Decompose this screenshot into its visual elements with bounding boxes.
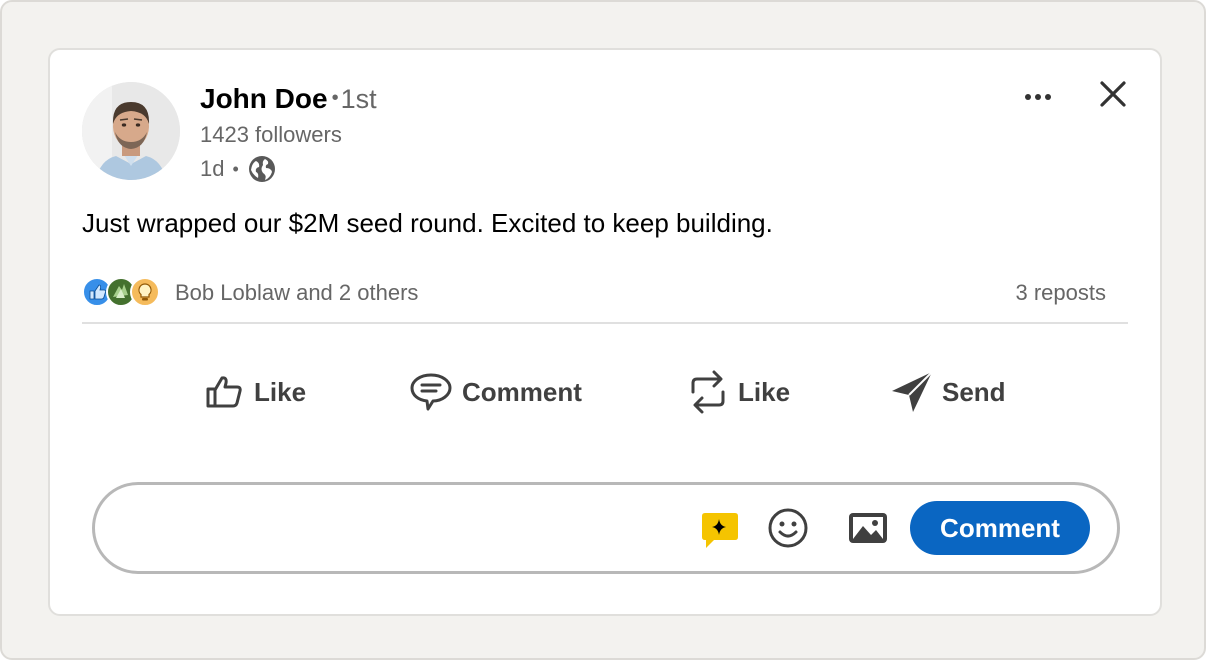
author-avatar[interactable] <box>82 82 180 180</box>
globe-icon <box>247 154 277 184</box>
comment-input[interactable] <box>123 505 683 551</box>
author-name[interactable]: John Doe <box>200 83 328 114</box>
add-image-button[interactable] <box>847 510 889 546</box>
send-button[interactable]: Send <box>890 368 1006 416</box>
more-options-button[interactable] <box>1020 80 1058 110</box>
send-icon <box>892 371 933 412</box>
ai-assist-button[interactable] <box>700 511 740 551</box>
repost-button[interactable]: Like <box>686 368 790 416</box>
ellipsis-icon <box>1025 94 1051 100</box>
comment-button[interactable]: Comment <box>408 368 582 416</box>
image-icon <box>849 513 887 543</box>
reposts-count[interactable]: 3 reposts <box>1016 280 1107 306</box>
avatar-photo <box>82 82 180 180</box>
post-text: Just wrapped our $2M seed round. Excited… <box>82 208 773 238</box>
comment-submit-button[interactable]: Comment <box>910 501 1090 555</box>
repost-icon <box>691 370 725 414</box>
divider <box>82 322 1128 324</box>
page-background: John Doe •1st 1423 followers 1d • Just w… <box>0 0 1206 660</box>
emoji-button[interactable] <box>767 507 809 549</box>
author-name-row: John Doe •1st <box>200 83 377 115</box>
comment-label: Comment <box>462 376 582 407</box>
post-meta: 1d • <box>200 154 277 184</box>
insightful-reaction-icon <box>130 277 160 307</box>
connection-degree: 1st <box>340 84 377 114</box>
thumbs-up-icon <box>206 376 242 408</box>
ai-sparkle-icon <box>702 513 738 548</box>
post-time: 1d <box>200 156 225 181</box>
send-label: Send <box>942 376 1006 407</box>
close-icon <box>1100 81 1126 107</box>
post-card: John Doe •1st 1423 followers 1d • Just w… <box>48 48 1162 616</box>
emoji-icon <box>768 508 808 548</box>
meta-separator: • <box>232 158 239 179</box>
reactions-summary[interactable]: Bob Loblaw and 2 others <box>82 277 418 309</box>
reaction-icons <box>82 277 162 309</box>
like-button[interactable]: Like <box>202 368 306 416</box>
close-button[interactable] <box>1095 76 1131 112</box>
reactors-text[interactable]: Bob Loblaw and 2 others <box>175 280 418 306</box>
author-followers: 1423 followers <box>200 122 342 147</box>
like-label: Like <box>254 376 307 407</box>
comment-composer: Comment <box>92 482 1120 574</box>
repost-label: Like <box>738 376 791 407</box>
name-separator: • <box>331 87 339 109</box>
comment-icon <box>410 373 452 411</box>
